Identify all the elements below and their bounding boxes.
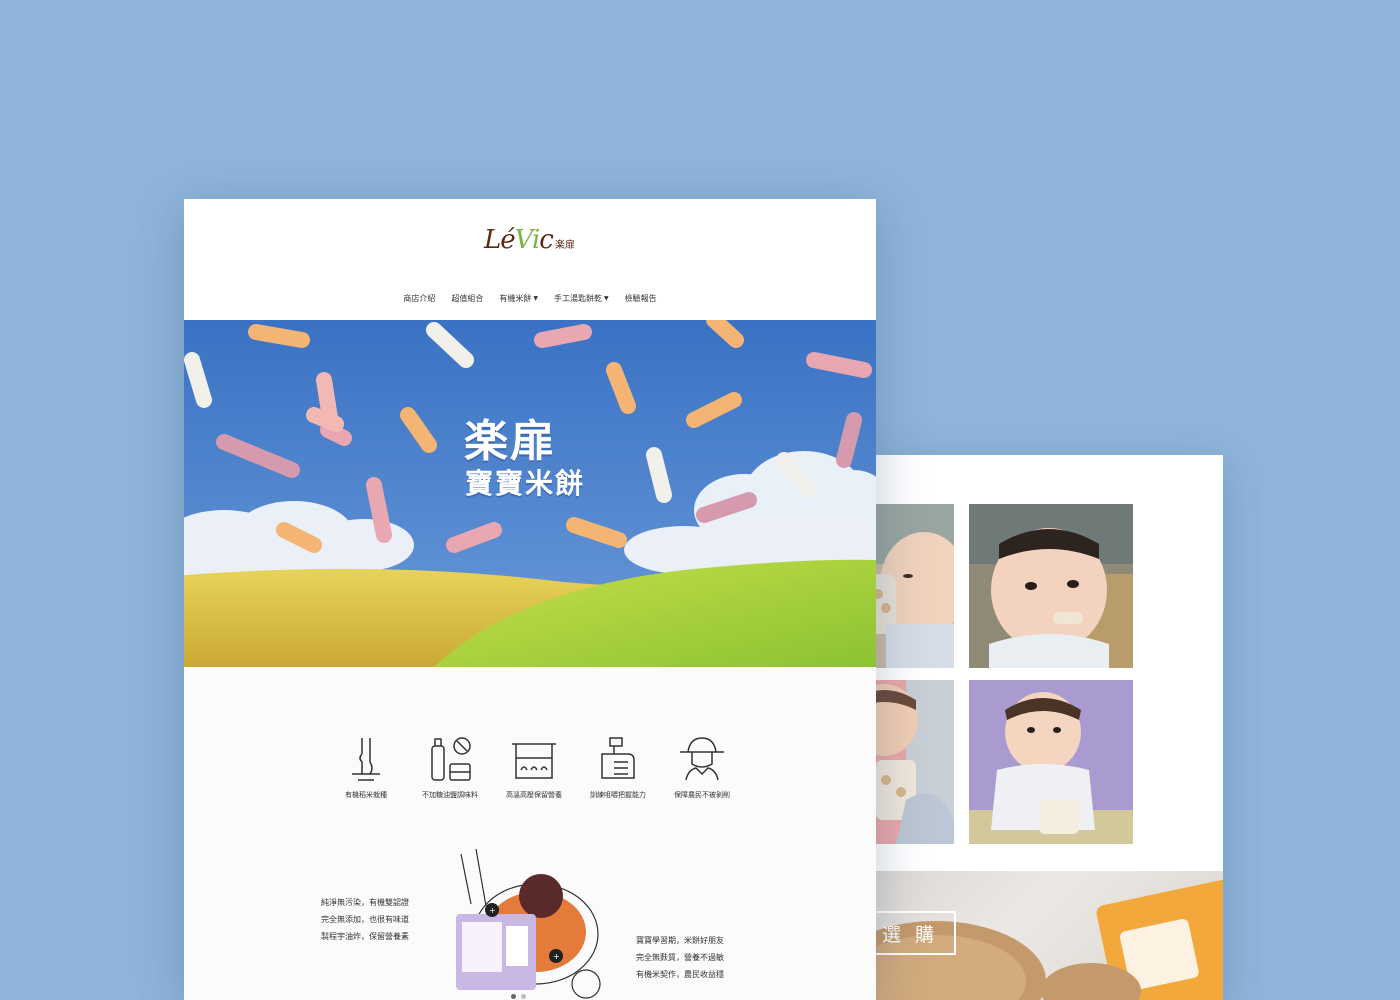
right-feature-text: 寶寶學習期，米餅好朋友 完全無麩質，營養不過敏 有機米契作，農民收益穩: [636, 936, 724, 979]
carousel-dot[interactable]: [521, 994, 526, 999]
main-nav: 商店介紹 超值組合 有機米餅 ▼ 手工湯匙餅乾 ▼ 檢驗報告: [184, 293, 876, 304]
logo-chinese: 楽扉: [554, 240, 575, 251]
left-feature-text: 純淨無污染，有機雙認證 完全無添加，也很有味道 製程宇油炸，保留營養素: [321, 898, 409, 941]
baby-photo-1[interactable]: [876, 504, 954, 668]
chevron-down-icon: ▼: [533, 295, 538, 302]
product-illustration: + +: [456, 848, 601, 999]
svg-text:+: +: [553, 952, 560, 961]
hero-banner: 楽扉 寶寶米餅: [184, 320, 876, 667]
svg-text:+: +: [489, 906, 496, 915]
gallery-card: 選 購: [876, 455, 1223, 1000]
feature-item: 不加糖油鹽調味料: [408, 734, 492, 800]
hero-subtitle: 寶寶米餅: [464, 467, 585, 500]
no-seasoning-icon: [431, 737, 471, 781]
baby-photo-2[interactable]: [969, 504, 1133, 668]
homepage-card: LéVic 楽扉 商店介紹 超值組合 有機米餅▼ 手工湯匙餅乾▼ 檢驗報告: [184, 199, 876, 1000]
buy-button[interactable]: 選 購: [876, 911, 956, 955]
nav-item-bundles[interactable]: 超值組合: [451, 293, 483, 304]
baby-hand-icon: [601, 737, 635, 779]
brand-logo[interactable]: LéVic 楽扉: [484, 225, 575, 255]
pressure-cooker-icon: [512, 743, 556, 779]
baby-photo-4[interactable]: [969, 680, 1133, 844]
carousel-dot[interactable]: [511, 994, 516, 999]
nav-item-shop[interactable]: 商店介紹: [403, 293, 435, 304]
product-banner: 選 購: [876, 871, 1223, 1000]
feature-item: 高溫高壓保留營養: [492, 734, 576, 800]
nav-item-spoon-biscuits[interactable]: 手工湯匙餅乾 ▼: [554, 293, 609, 304]
chevron-down-icon: ▼: [604, 295, 609, 302]
hero-title: 楽扉: [464, 416, 556, 467]
feature-item: 訓練咀嚼把握能力: [576, 734, 660, 800]
feature-item: 有機稻米栽種: [324, 734, 408, 800]
site-header: LéVic 楽扉 商店介紹 超值組合 有機米餅 ▼ 手工湯匙餅乾 ▼ 檢驗報告: [184, 199, 876, 320]
nav-item-reports[interactable]: 檢驗報告: [625, 293, 657, 304]
logo-script: LéVic: [484, 225, 554, 255]
carousel-dots: [511, 994, 526, 999]
baby-photo-3[interactable]: [876, 680, 954, 844]
nav-item-rice-crackers[interactable]: 有機米餅 ▼: [499, 293, 538, 304]
feature-item: 保障農民不被剝削: [660, 734, 744, 800]
farmer-icon: [680, 737, 724, 781]
rice-plant-icon: [352, 738, 380, 781]
feature-list: 有機稻米栽種 不加糖油鹽調味料 高溫高壓保留營養 訓練咀嚼把握能力 保障農民不被…: [324, 734, 744, 800]
